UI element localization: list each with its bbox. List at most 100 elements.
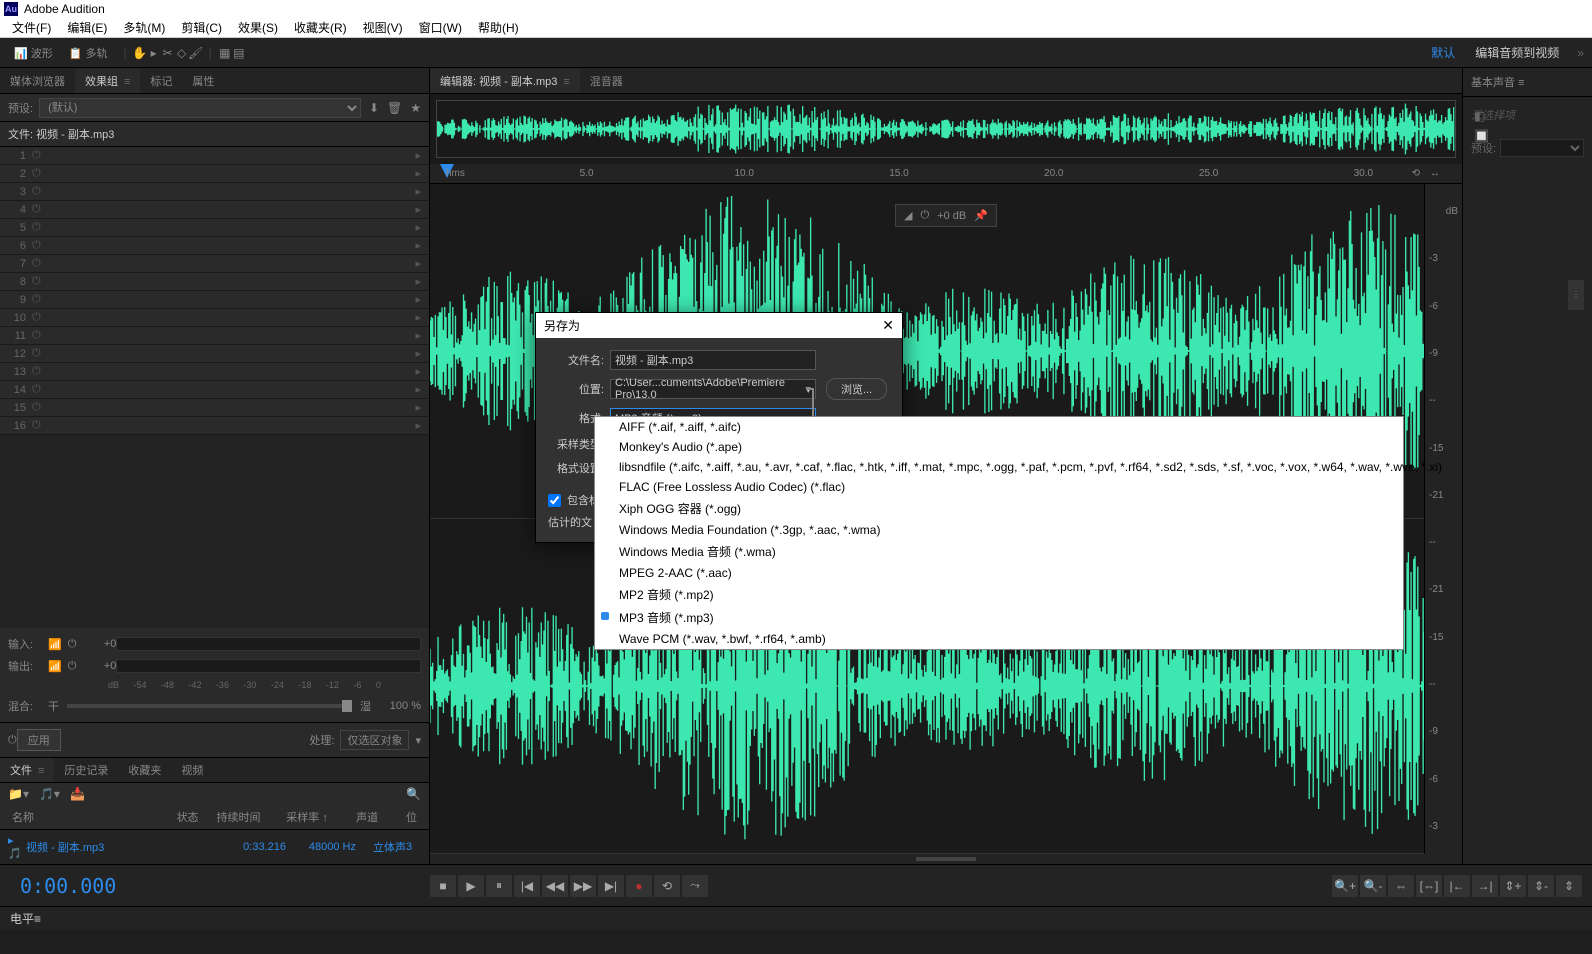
zoom-in-point-icon[interactable]: |← xyxy=(1444,875,1470,897)
zoom-v-out-icon[interactable]: ⇕- xyxy=(1528,875,1554,897)
effect-slot[interactable]: 15⏻▸ xyxy=(0,399,429,417)
menu-clip[interactable]: 剪辑(C) xyxy=(173,17,230,38)
delete-preset-icon[interactable]: 🗑 xyxy=(387,101,402,115)
zoom-out-point-icon[interactable]: →| xyxy=(1472,875,1498,897)
effect-slot[interactable]: 4⏻▸ xyxy=(0,201,429,219)
col-bitdepth[interactable]: 位 xyxy=(402,809,421,825)
file-row[interactable]: ▸ 🎵 视频 - 副本.mp3 0:33.216 48000 Hz 立体声 3 xyxy=(0,830,429,864)
apply-button[interactable]: 应用 xyxy=(17,729,61,751)
tab-effects-rack[interactable]: 效果组≡ xyxy=(75,69,140,93)
pin-icon[interactable]: 📌 xyxy=(974,209,988,222)
zoom-fit-icon[interactable]: ↔ xyxy=(1430,168,1440,179)
menu-file[interactable]: 文件(F) xyxy=(4,17,59,38)
location-combo[interactable]: C:\User...cuments\Adobe\Premiere Pro\13.… xyxy=(610,379,816,399)
play-button[interactable]: ▶ xyxy=(458,875,484,897)
col-samplerate[interactable]: 采样率 ↑ xyxy=(282,809,352,825)
format-option[interactable]: libsndfile (*.aifc, *.aiff, *.au, *.avr,… xyxy=(595,457,1403,477)
format-option[interactable]: MPEG 2-AAC (*.aac) xyxy=(595,563,1403,583)
rack-power-icon[interactable]: ⏻ xyxy=(8,734,17,747)
zoom-v-reset-icon[interactable]: ⇕ xyxy=(1556,875,1582,897)
preset-select-right[interactable] xyxy=(1500,139,1584,157)
forward-button[interactable]: ▶▶ xyxy=(570,875,596,897)
overview-waveform[interactable]: ◧ 🔲 xyxy=(436,100,1456,158)
input-meter[interactable] xyxy=(116,637,421,651)
close-icon[interactable]: ≡ xyxy=(124,76,130,88)
zoom-selection-icon[interactable]: [⇔] xyxy=(1416,875,1442,897)
preset-select[interactable]: (默认) xyxy=(39,98,361,118)
include-markers-checkbox[interactable] xyxy=(548,494,561,507)
tab-properties[interactable]: 属性 xyxy=(182,69,224,93)
format-option[interactable]: MP2 音频 (*.mp2) xyxy=(595,583,1403,606)
chevron-down-icon[interactable]: ▾ xyxy=(415,734,421,747)
effect-slot[interactable]: 5⏻▸ xyxy=(0,219,429,237)
col-duration[interactable]: 持续时间 xyxy=(212,809,282,825)
cut-tool-icon[interactable]: ✂ xyxy=(161,46,175,60)
open-file-icon[interactable]: 📁▾ xyxy=(8,787,29,801)
goto-end-button[interactable]: ▶| xyxy=(598,875,624,897)
save-preset-icon[interactable]: ⬇ xyxy=(369,101,379,115)
brush-tool-icon[interactable]: 🖌 xyxy=(189,46,203,60)
power-icon[interactable]: ⏻ xyxy=(68,638,77,651)
zoom-icon[interactable]: 🔲 xyxy=(1474,129,1489,143)
effect-slot[interactable]: 9⏻▸ xyxy=(0,291,429,309)
side-handle[interactable]: ⋮ xyxy=(1568,280,1584,310)
format-option[interactable]: Monkey's Audio (*.ape) xyxy=(595,437,1403,457)
menu-edit[interactable]: 编辑(E) xyxy=(59,17,115,38)
scroll-icon[interactable]: ⟲ xyxy=(1412,168,1420,179)
tab-media-browser[interactable]: 媒体浏览器 xyxy=(0,69,75,93)
rewind-button[interactable]: ◀◀ xyxy=(542,875,568,897)
skip-selection-button[interactable]: ⤳ xyxy=(682,875,708,897)
record-button[interactable]: ● xyxy=(626,875,652,897)
hand-tool-icon[interactable]: ✋ xyxy=(133,46,147,60)
effect-slot[interactable]: 8⏻▸ xyxy=(0,273,429,291)
menu-multitrack[interactable]: 多轨(M) xyxy=(115,17,173,38)
effect-slot[interactable]: 10⏻▸ xyxy=(0,309,429,327)
new-file-icon[interactable]: 🎵▾ xyxy=(39,787,60,801)
zoom-v-in-icon[interactable]: ⇕+ xyxy=(1500,875,1526,897)
format-option[interactable]: AIFF (*.aif, *.aiff, *.aifc) xyxy=(595,417,1403,437)
workspace-video[interactable]: 编辑音频到视频 xyxy=(1465,41,1569,64)
zoom-full-icon[interactable]: ⇔ xyxy=(1388,875,1414,897)
mix-slider[interactable] xyxy=(67,704,352,708)
menu-view[interactable]: 视图(V) xyxy=(355,17,411,38)
hud-gain[interactable]: ◢ ⏻ +0 dB 📌 xyxy=(895,204,997,227)
effect-slot[interactable]: 7⏻▸ xyxy=(0,255,429,273)
pitch-toggle-icon[interactable]: ▤ xyxy=(232,46,246,60)
col-channels[interactable]: 声道 xyxy=(352,809,402,825)
effect-slot[interactable]: 3⏻▸ xyxy=(0,183,429,201)
effect-slot[interactable]: 14⏻▸ xyxy=(0,381,429,399)
tab-favorites[interactable]: 收藏夹 xyxy=(118,758,171,782)
effect-slot[interactable]: 11⏻▸ xyxy=(0,327,429,345)
favorite-icon[interactable]: ★ xyxy=(410,101,421,115)
workspace-default[interactable]: 默认 xyxy=(1421,41,1465,64)
channel-toggle-icon[interactable]: ◧ xyxy=(1474,109,1489,123)
menu-effects[interactable]: 效果(S) xyxy=(230,17,286,38)
move-tool-icon[interactable]: ▸ xyxy=(147,46,161,60)
format-option[interactable]: Wave PCM (*.wav, *.bwf, *.rf64, *.amb) xyxy=(595,629,1403,649)
fade-in-icon[interactable]: ◢ xyxy=(904,209,912,222)
effect-slot[interactable]: 6⏻▸ xyxy=(0,237,429,255)
tab-history[interactable]: 历史记录 xyxy=(54,758,118,782)
browse-button[interactable]: 浏览... xyxy=(826,378,887,400)
editor-tab[interactable]: 编辑器: 视频 - 副本.mp3≡ xyxy=(430,69,580,93)
waveform-mode-button[interactable]: 📊 波形 xyxy=(8,42,59,64)
pause-button[interactable]: ⏸ xyxy=(486,875,512,897)
col-name[interactable]: 名称 xyxy=(8,809,173,825)
effect-slot[interactable]: 1⏻▸ xyxy=(0,147,429,165)
power-icon[interactable]: ⏻ xyxy=(68,660,77,673)
effect-slot[interactable]: 12⏻▸ xyxy=(0,345,429,363)
process-scope[interactable]: 仅选区对象 xyxy=(340,730,409,750)
format-option[interactable]: Windows Media Foundation (*.3gp, *.aac, … xyxy=(595,520,1403,540)
effect-slot[interactable]: 2⏻▸ xyxy=(0,165,429,183)
format-option[interactable]: MP3 音频 (*.mp3) xyxy=(595,606,1403,629)
tab-markers[interactable]: 标记 xyxy=(140,69,182,93)
goto-start-button[interactable]: |◀ xyxy=(514,875,540,897)
output-meter[interactable] xyxy=(116,659,421,673)
search-icon[interactable]: 🔍 xyxy=(406,787,421,801)
tab-video[interactable]: 视频 xyxy=(171,758,213,782)
effect-slot[interactable]: 16⏻▸ xyxy=(0,417,429,435)
heal-tool-icon[interactable]: ◇ xyxy=(175,46,189,60)
close-icon[interactable]: ✕ xyxy=(882,317,894,334)
stop-button[interactable]: ■ xyxy=(430,875,456,897)
multitrack-mode-button[interactable]: 📋 多轨 xyxy=(63,42,114,64)
